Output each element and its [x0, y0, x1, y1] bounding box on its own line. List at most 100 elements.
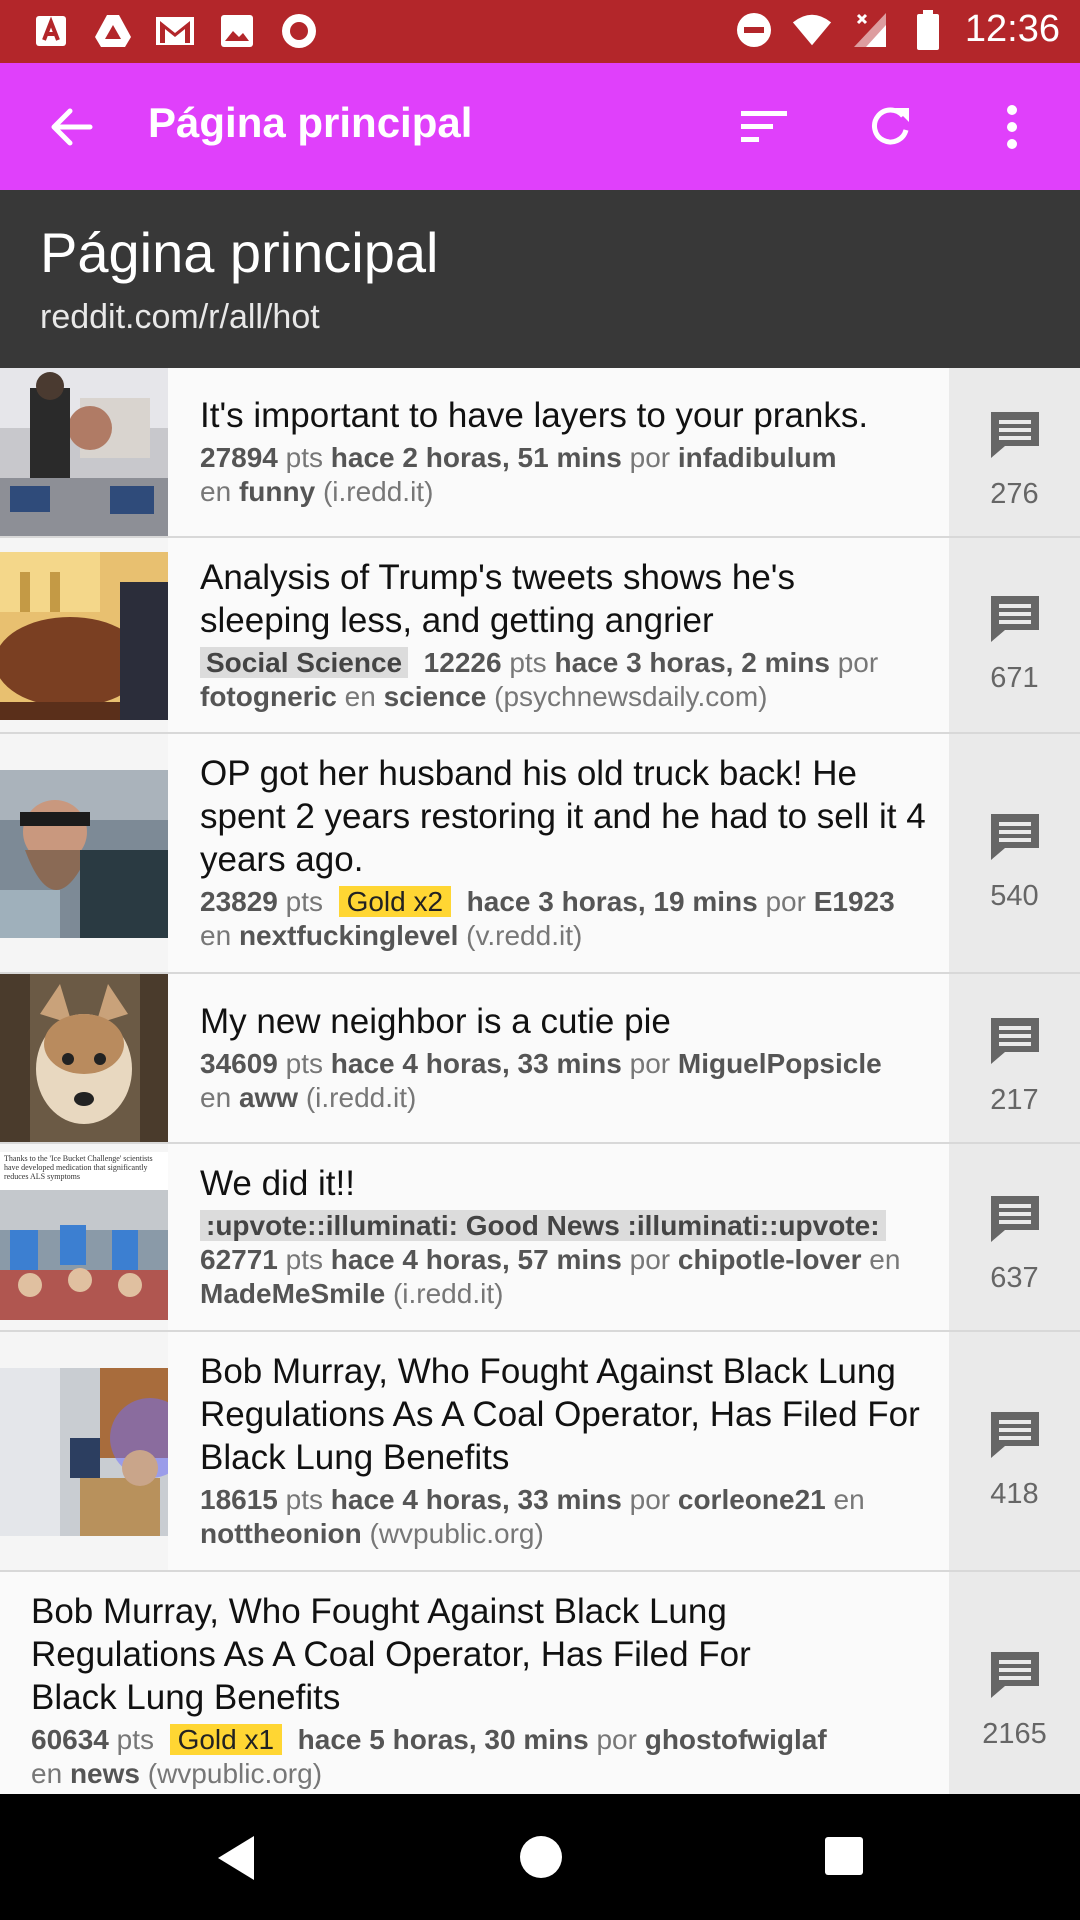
- photos-icon: [216, 10, 258, 52]
- post-meta: Social Science 12226 pts hace 3 horas, 2…: [200, 647, 879, 712]
- comment-icon: [991, 412, 1039, 458]
- more-vert-icon[interactable]: [982, 97, 1042, 157]
- post-list[interactable]: It's important to have layers to your pr…: [0, 368, 1080, 1794]
- comment-count: 2165: [982, 1718, 1047, 1750]
- post-body[interactable]: It's important to have layers to your pr…: [168, 368, 949, 536]
- post-score: 60634: [31, 1724, 109, 1755]
- post-score: 18615: [200, 1484, 278, 1515]
- comment-icon: [991, 814, 1039, 860]
- post-time: hace 4 horas, 33 mins: [330, 1048, 622, 1079]
- post-subreddit[interactable]: science: [384, 681, 487, 712]
- post-flair: Social Science: [200, 647, 409, 678]
- post-title[interactable]: OP got her husband his old truck back! H…: [200, 752, 930, 881]
- post-meta: 60634 pts Gold x1 hace 5 horas, 30 mins …: [31, 1724, 827, 1789]
- post-subreddit[interactable]: funny: [239, 476, 315, 507]
- post-domain: (i.redd.it): [392, 1278, 504, 1309]
- acrobat-icon: [30, 10, 72, 52]
- post-item[interactable]: Thanks to the 'Ice Bucket Challenge' sci…: [0, 1144, 1080, 1332]
- post-domain: (wvpublic.org): [147, 1758, 323, 1789]
- post-body[interactable]: Analysis of Trump's tweets shows he's sl…: [168, 538, 949, 732]
- header-subtitle: reddit.com/r/all/hot: [40, 298, 320, 336]
- post-thumbnail[interactable]: Thanks to the 'Ice Bucket Challenge' sci…: [0, 1152, 168, 1320]
- post-item[interactable]: OP got her husband his old truck back! H…: [0, 734, 1080, 974]
- post-title[interactable]: Analysis of Trump's tweets shows he's sl…: [200, 556, 930, 642]
- post-meta: 34609 pts hace 4 horas, 33 mins por Migu…: [200, 1048, 882, 1113]
- home-nav-icon[interactable]: [518, 1834, 564, 1880]
- post-thumbnail[interactable]: [0, 770, 168, 938]
- post-body[interactable]: My new neighbor is a cutie pie 34609 pts…: [168, 974, 949, 1142]
- post-meta: 27894 pts hace 2 horas, 51 mins por infa…: [200, 442, 837, 507]
- post-domain: (i.redd.it): [305, 1082, 417, 1113]
- comments-button[interactable]: 418: [949, 1332, 1080, 1570]
- comment-count: 671: [990, 662, 1039, 694]
- post-subreddit[interactable]: nextfuckinglevel: [239, 920, 458, 951]
- comments-button[interactable]: 637: [949, 1144, 1080, 1330]
- post-domain: (psychnewsdaily.com): [494, 681, 768, 712]
- post-title[interactable]: Bob Murray, Who Fought Against Black Lun…: [31, 1590, 831, 1719]
- drive-icon: [92, 10, 134, 52]
- post-title[interactable]: It's important to have layers to your pr…: [200, 394, 930, 437]
- record-icon: [278, 10, 320, 52]
- comments-button[interactable]: 2165: [949, 1572, 1080, 1794]
- comment-count: 540: [990, 880, 1039, 912]
- comment-icon: [991, 1196, 1039, 1242]
- post-score: 62771: [200, 1244, 278, 1275]
- post-title[interactable]: Bob Murray, Who Fought Against Black Lun…: [200, 1350, 930, 1479]
- sort-icon[interactable]: [734, 97, 794, 157]
- post-author[interactable]: fotogneric: [200, 681, 337, 712]
- post-body[interactable]: Bob Murray, Who Fought Against Black Lun…: [0, 1572, 949, 1794]
- post-domain: (wvpublic.org): [369, 1518, 544, 1549]
- back-nav-icon[interactable]: [214, 1834, 258, 1882]
- do-not-disturb-icon: [733, 9, 775, 51]
- thumbnail-caption: Thanks to the 'Ice Bucket Challenge' sci…: [4, 1154, 153, 1181]
- wifi-icon: [791, 9, 833, 51]
- comments-button[interactable]: 276: [949, 368, 1080, 536]
- post-score: 12226: [423, 647, 502, 678]
- post-item[interactable]: Bob Murray, Who Fought Against Black Lun…: [0, 1332, 1080, 1572]
- comments-button[interactable]: 671: [949, 538, 1080, 732]
- post-subreddit[interactable]: MadeMeSmile: [200, 1278, 385, 1309]
- gmail-icon: [154, 10, 196, 52]
- post-item[interactable]: It's important to have layers to your pr…: [0, 368, 1080, 538]
- post-item[interactable]: Analysis of Trump's tweets shows he's sl…: [0, 538, 1080, 734]
- post-title[interactable]: My new neighbor is a cutie pie: [200, 1000, 930, 1043]
- post-body[interactable]: We did it!! :upvote::illuminati: Good Ne…: [168, 1144, 949, 1330]
- post-score: 27894: [200, 442, 278, 473]
- post-author[interactable]: corleone21: [678, 1484, 826, 1515]
- post-domain: (i.redd.it): [322, 476, 434, 507]
- post-title[interactable]: We did it!!: [200, 1162, 930, 1205]
- post-item[interactable]: Bob Murray, Who Fought Against Black Lun…: [0, 1572, 1080, 1794]
- post-time: hace 4 horas, 57 mins: [330, 1244, 622, 1275]
- post-thumbnail[interactable]: [0, 1368, 168, 1536]
- post-subreddit[interactable]: nottheonion: [200, 1518, 362, 1549]
- post-flair: :upvote::illuminati: Good News :illumina…: [200, 1210, 886, 1241]
- post-body[interactable]: Bob Murray, Who Fought Against Black Lun…: [168, 1332, 949, 1570]
- comments-button[interactable]: 540: [949, 734, 1080, 972]
- post-score: 23829: [200, 886, 278, 917]
- post-time: hace 3 horas, 2 mins: [554, 647, 830, 678]
- post-thumbnail[interactable]: [0, 368, 168, 536]
- header-title: Página principal: [40, 221, 439, 284]
- post-domain: (v.redd.it): [466, 920, 583, 951]
- post-author[interactable]: E1923: [814, 886, 895, 917]
- post-thumbnail[interactable]: [0, 552, 168, 720]
- comments-button[interactable]: 217: [949, 974, 1080, 1142]
- subreddit-header: Página principal reddit.com/r/all/hot: [0, 190, 1080, 368]
- post-author[interactable]: chipotle-lover: [678, 1244, 862, 1275]
- post-author[interactable]: MiguelPopsicle: [678, 1048, 882, 1079]
- post-item[interactable]: My new neighbor is a cutie pie 34609 pts…: [0, 974, 1080, 1144]
- post-time: hace 3 horas, 19 mins: [466, 886, 758, 917]
- post-body[interactable]: OP got her husband his old truck back! H…: [168, 734, 949, 972]
- comment-icon: [991, 1652, 1039, 1698]
- post-author[interactable]: ghostofwiglaf: [645, 1724, 827, 1755]
- recents-nav-icon[interactable]: [824, 1836, 864, 1876]
- clock: 12:36: [964, 8, 1060, 50]
- post-subreddit[interactable]: aww: [239, 1082, 298, 1113]
- back-arrow-icon[interactable]: [44, 99, 100, 155]
- refresh-icon[interactable]: [860, 97, 920, 157]
- battery-icon: [907, 9, 949, 51]
- post-author[interactable]: infadibulum: [678, 442, 837, 473]
- post-subreddit[interactable]: news: [70, 1758, 140, 1789]
- post-thumbnail[interactable]: [0, 974, 168, 1142]
- post-meta: 23829 pts Gold x2 hace 3 horas, 19 mins …: [200, 886, 895, 951]
